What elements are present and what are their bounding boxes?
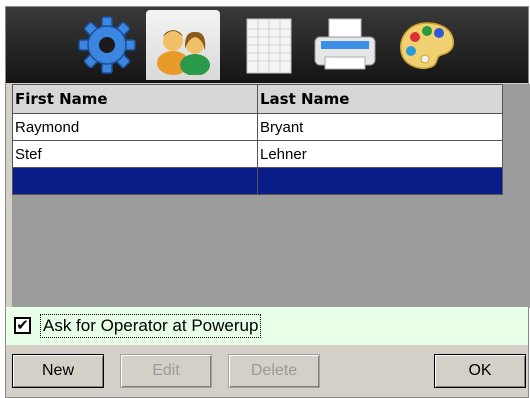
ok-button[interactable]: OK (434, 354, 526, 388)
edit-button[interactable]: Edit (120, 354, 212, 388)
grid-scroll-area (514, 84, 530, 308)
column-header-first-name[interactable]: First Name (12, 84, 258, 114)
first-name-cell[interactable]: Raymond (12, 113, 258, 141)
operators-table: First Name Last Name Raymond Bryant Stef… (12, 84, 503, 195)
table-row[interactable]: Stef Lehner (12, 140, 503, 168)
operators-tool-button[interactable] (146, 10, 220, 80)
table-row[interactable]: Raymond Bryant (12, 113, 503, 141)
gear-icon (78, 16, 136, 74)
last-name-cell[interactable]: Bryant (257, 113, 503, 141)
print-tool-button[interactable] (308, 10, 382, 80)
column-header-last-name[interactable]: Last Name (257, 84, 503, 114)
settings-tool-button[interactable] (70, 10, 144, 80)
first-name-cell[interactable] (12, 167, 258, 195)
ask-operator-label[interactable]: Ask for Operator at Powerup (40, 314, 262, 338)
appearance-tool-button[interactable] (390, 10, 464, 80)
operators-grid: First Name Last Name Raymond Bryant Stef… (12, 84, 530, 308)
palette-icon (400, 22, 455, 69)
calendar-tool-button[interactable] (232, 10, 306, 80)
printer-icon (314, 18, 376, 70)
powerup-option-row: ✔ Ask for Operator at Powerup (6, 307, 528, 345)
delete-button[interactable]: Delete (228, 354, 320, 388)
table-row-selected[interactable] (12, 167, 503, 195)
button-bar: New Edit Delete OK (6, 347, 528, 397)
users-icon (157, 30, 210, 75)
new-button[interactable]: New (12, 354, 104, 388)
calendar-icon (246, 18, 292, 74)
table-header-row: First Name Last Name (12, 84, 503, 114)
toolbar (6, 7, 528, 83)
operators-window: First Name Last Name Raymond Bryant Stef… (5, 6, 530, 398)
checkmark-icon: ✔ (16, 316, 29, 334)
first-name-cell[interactable]: Stef (12, 140, 258, 168)
ask-operator-checkbox[interactable]: ✔ (14, 317, 31, 334)
last-name-cell[interactable] (257, 167, 503, 195)
last-name-cell[interactable]: Lehner (257, 140, 503, 168)
